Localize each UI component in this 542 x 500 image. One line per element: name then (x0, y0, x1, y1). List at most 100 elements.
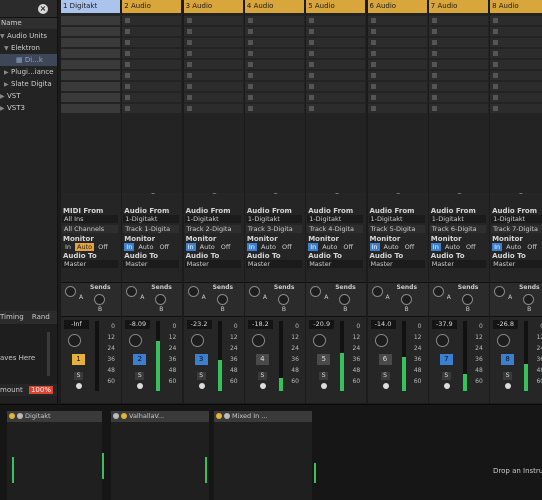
tree-item-digitakt[interactable]: ▦ Di...k (0, 54, 57, 66)
stop-icon[interactable] (247, 40, 253, 45)
clip-slot[interactable] (428, 49, 488, 58)
pan-knob[interactable] (435, 334, 449, 347)
clip-slot[interactable] (122, 27, 182, 36)
clip-slot[interactable] (367, 49, 427, 58)
clip-slot[interactable] (61, 93, 120, 102)
monitor-off[interactable]: Off (403, 243, 417, 251)
monitor-in[interactable]: In (63, 243, 73, 251)
output-select[interactable]: Master (245, 260, 302, 268)
volume-display[interactable]: -18.2 (247, 320, 273, 329)
clip-slot[interactable] (306, 38, 366, 47)
track-activator[interactable]: 5 (317, 354, 331, 365)
wrench-icon[interactable] (121, 413, 127, 419)
device-header[interactable]: ValhallaV... (111, 411, 209, 422)
monitor-off[interactable]: Off (525, 243, 539, 251)
clip-slot[interactable] (306, 27, 366, 36)
send-a-knob[interactable] (248, 286, 260, 297)
clip-slot[interactable] (122, 60, 182, 69)
volume-display[interactable]: -8.09 (125, 320, 151, 329)
input-type-select[interactable]: 1-Digitakt (184, 215, 241, 223)
stop-icon[interactable] (125, 51, 131, 56)
solo-button[interactable]: S (135, 372, 145, 380)
send-a-knob[interactable] (371, 286, 383, 297)
volume-display[interactable]: -14.0 (370, 320, 396, 329)
input-channel-select[interactable]: Track 7-Digita (491, 225, 542, 233)
stop-icon[interactable] (370, 18, 376, 23)
monitor-off[interactable]: Off (157, 243, 171, 251)
stop-icon[interactable] (431, 40, 437, 45)
clip-slot[interactable] (183, 71, 243, 80)
send-b-knob[interactable] (155, 294, 167, 305)
arm-icon[interactable] (443, 383, 450, 389)
tree-item-plugin-alliance[interactable]: ▶ Plugi...iance (0, 66, 57, 78)
stop-icon[interactable] (309, 40, 315, 45)
stop-icon[interactable] (186, 106, 192, 111)
track-activator[interactable]: 4 (255, 354, 269, 365)
clip-slot[interactable] (490, 38, 542, 47)
send-a-knob[interactable] (187, 286, 199, 297)
input-type-select[interactable]: 1-Digitakt (368, 215, 425, 223)
clip-slot[interactable] (490, 16, 542, 25)
clip-slot[interactable] (122, 71, 182, 80)
send-a-knob[interactable] (65, 286, 76, 297)
clip-slot[interactable] (306, 71, 366, 80)
stop-icon[interactable] (493, 95, 499, 100)
stop-icon[interactable] (186, 73, 192, 78)
monitor-auto[interactable]: Auto (320, 243, 339, 251)
monitor-auto[interactable]: Auto (382, 243, 401, 251)
solo-button[interactable]: S (257, 372, 267, 380)
send-a-knob[interactable] (126, 286, 138, 297)
clip-slot[interactable] (306, 82, 366, 91)
clip-slot[interactable] (428, 60, 488, 69)
input-channel-select[interactable]: Track 3-Digita (245, 225, 302, 233)
stop-icon[interactable] (247, 29, 253, 34)
clip-slot[interactable] (367, 60, 427, 69)
clip-slot[interactable] (367, 104, 427, 113)
timing-column[interactable]: Timing (0, 313, 24, 321)
track-title[interactable]: 7 Audio (428, 0, 489, 13)
arm-icon[interactable] (259, 383, 266, 389)
input-channel-select[interactable]: Track 1-Digita (123, 225, 180, 233)
stop-icon[interactable] (186, 18, 192, 23)
clip-slot[interactable] (490, 93, 542, 102)
track-activator[interactable]: 1 (72, 354, 85, 365)
clip-slot[interactable] (122, 38, 182, 47)
clip-slot[interactable] (306, 16, 366, 25)
clip-slot[interactable] (428, 38, 488, 47)
pan-knob[interactable] (497, 334, 511, 347)
output-select[interactable]: Master (123, 260, 180, 268)
clip-slot[interactable] (122, 49, 182, 58)
solo-button[interactable]: S (319, 372, 329, 380)
clip-slot[interactable] (122, 82, 182, 91)
stop-icon[interactable] (370, 29, 376, 34)
clip-slot[interactable] (183, 93, 243, 102)
track-activator[interactable]: 6 (378, 354, 392, 365)
stop-icon[interactable] (247, 95, 253, 100)
stop-icon[interactable] (493, 106, 499, 111)
send-b-knob[interactable] (523, 294, 535, 305)
info-icon[interactable] (76, 383, 82, 389)
solo-button[interactable]: S (196, 372, 206, 380)
tree-item-audio-units[interactable]: ▼ Audio Units (0, 30, 57, 42)
input-type-select[interactable]: 1-Digitakt (307, 215, 364, 223)
stop-icon[interactable] (431, 18, 437, 23)
clip-slot[interactable] (306, 93, 366, 102)
send-a-knob[interactable] (310, 286, 322, 297)
tree-item-elektron[interactable]: ▼ Elektron (0, 42, 57, 54)
clip-slot[interactable] (490, 49, 542, 58)
input-type-select[interactable]: 1-Digitakt (123, 215, 180, 223)
solo-button[interactable]: S (380, 372, 390, 380)
clip-slot[interactable] (61, 82, 120, 91)
send-b-knob[interactable] (339, 294, 351, 305)
clip-slot[interactable] (244, 82, 304, 91)
clip-slot[interactable] (183, 60, 243, 69)
track-title[interactable]: 1 Digitakt (61, 0, 121, 13)
clip-slot[interactable] (61, 38, 120, 47)
stop-icon[interactable] (309, 106, 315, 111)
send-b-knob[interactable] (461, 294, 473, 305)
groove-drop-area[interactable]: aves Here (0, 324, 57, 384)
volume-display[interactable]: -Inf (64, 320, 89, 329)
arm-icon[interactable] (382, 383, 389, 389)
input-channel-select[interactable]: All Channels (62, 225, 118, 233)
input-type-select[interactable]: All Ins (62, 215, 118, 223)
